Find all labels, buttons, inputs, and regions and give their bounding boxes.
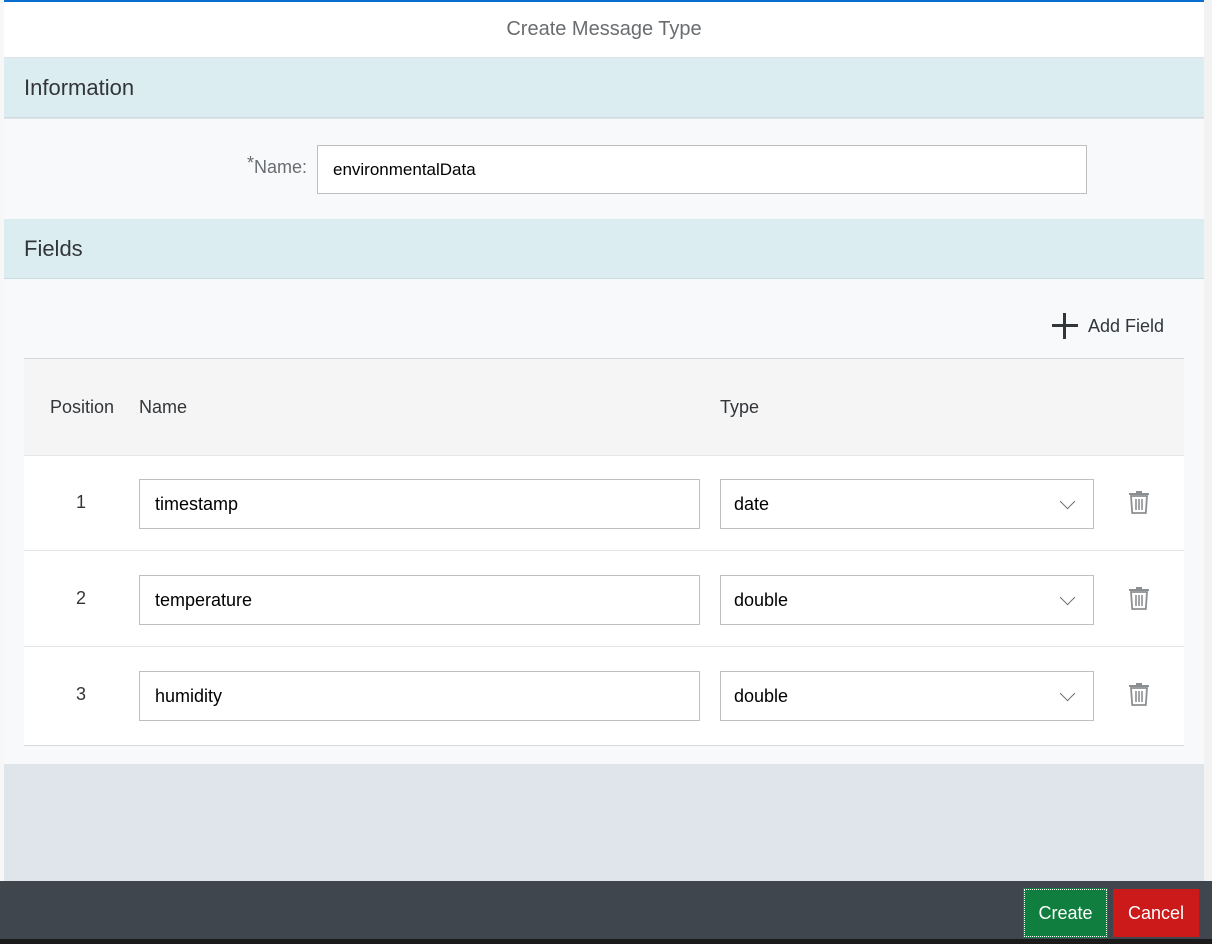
column-header-position: Position	[50, 397, 115, 417]
chevron-down-icon	[1059, 685, 1076, 702]
trash-icon[interactable]	[1128, 682, 1150, 706]
required-mark: *	[246, 153, 254, 173]
field-type-select[interactable]: double	[720, 671, 1094, 721]
fields-section-title: Fields	[24, 235, 83, 261]
field-name-value: temperature	[155, 589, 253, 610]
name-label-text: Name:	[253, 157, 307, 177]
create-button[interactable]: Create	[1023, 888, 1108, 938]
field-name-input[interactable]: timestamp	[139, 479, 700, 529]
fields-table: Position Name Type 1 timestamp date 2 te…	[24, 358, 1184, 746]
table-row: 1 timestamp date	[24, 455, 1184, 551]
add-field-label: Add Field	[1088, 315, 1165, 336]
fields-table-header: Position Name Type	[24, 359, 1184, 456]
field-name-input[interactable]: temperature	[139, 575, 700, 625]
row-position: 3	[76, 684, 87, 704]
dialog-footer: Create Cancel	[0, 881, 1212, 944]
name-label: *Name:	[247, 153, 307, 178]
field-type-value: double	[734, 685, 789, 706]
plus-icon	[1052, 313, 1078, 339]
add-field-button[interactable]: Add Field	[1052, 313, 1164, 339]
column-header-name: Name	[139, 397, 188, 417]
table-row: 3 humidity double	[24, 647, 1184, 743]
cancel-button[interactable]: Cancel	[1113, 889, 1199, 937]
trash-icon[interactable]	[1128, 586, 1150, 610]
field-type-select[interactable]: date	[720, 479, 1094, 529]
row-position: 1	[76, 492, 87, 512]
message-type-name-input[interactable]: environmentalData	[317, 145, 1087, 194]
fields-section-header: Fields	[4, 219, 1204, 279]
information-section-title: Information	[24, 74, 135, 100]
chevron-down-icon	[1059, 589, 1076, 606]
information-section-body: *Name: environmentalData	[4, 119, 1204, 219]
fields-section-body: Add Field Position Name Type 1 timestamp…	[4, 279, 1204, 764]
chevron-down-icon	[1059, 493, 1076, 510]
create-message-type-dialog: Create Message Type Information *Name: e…	[4, 0, 1204, 944]
field-name-value: humidity	[155, 685, 223, 706]
trash-icon[interactable]	[1128, 490, 1150, 514]
background-right-edge	[1204, 0, 1212, 944]
row-position: 2	[76, 588, 87, 608]
field-type-select[interactable]: double	[720, 575, 1094, 625]
table-row: 2 temperature double	[24, 551, 1184, 647]
field-name-input[interactable]: humidity	[139, 671, 700, 721]
dialog-title: Create Message Type	[4, 2, 1204, 58]
field-type-value: double	[734, 589, 789, 610]
taskbar-edge	[0, 939, 1212, 944]
message-type-name-value: environmentalData	[333, 159, 476, 179]
field-name-value: timestamp	[155, 493, 239, 514]
field-type-value: date	[734, 493, 770, 514]
information-section-header: Information	[4, 58, 1204, 118]
column-header-type: Type	[720, 397, 760, 417]
